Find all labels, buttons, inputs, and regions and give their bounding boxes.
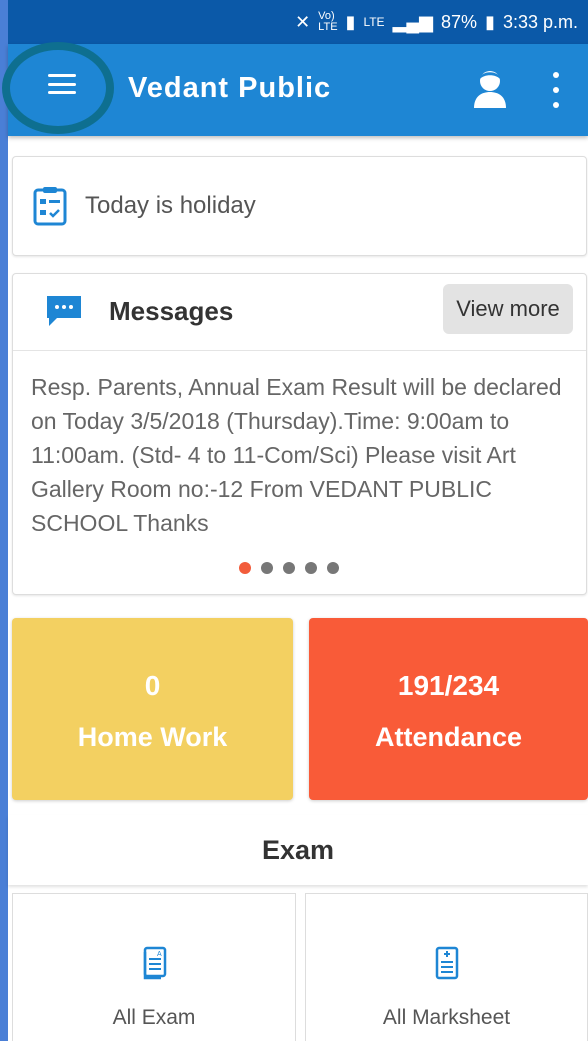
window-edge [0,0,8,1041]
all-marksheet-label: All Marksheet [382,1006,511,1029]
app-bar: Vedant Public [2,42,588,136]
battery-icon: ▮ [485,11,495,32]
holiday-text: Today is holiday [85,192,256,219]
carousel-dot[interactable] [261,562,273,574]
carousel-dot[interactable] [327,562,339,574]
holiday-card: Today is holiday [12,156,587,256]
battery-percent: 87% [441,11,478,32]
attendance-tile[interactable]: 191/234 Attendance [309,618,588,800]
clock: 3:33 p.m. [502,11,578,32]
marksheet-document-icon [435,946,458,980]
signal-icon: ▂▄▆ [392,11,434,32]
all-marksheet-tile[interactable]: All Marksheet [305,893,588,1041]
exam-document-icon: A [143,946,167,980]
carousel-dot[interactable] [239,562,251,574]
all-exam-tile[interactable]: A All Exam [12,893,296,1041]
profile-icon[interactable] [466,64,514,112]
all-exam-label: All Exam [112,1006,196,1029]
carousel-dot[interactable] [305,562,317,574]
status-icons: ✕ Vo) LTE ▮ LTE ▂▄▆ 87% ▮ 3:33 p.m. [295,11,578,33]
messages-title: Messages [109,296,234,326]
chat-bubble-icon [47,296,81,326]
checklist-icon [33,187,67,226]
menu-button[interactable] [2,42,116,134]
homework-tile[interactable]: 0 Home Work [12,618,293,800]
svg-text:A: A [157,951,162,958]
status-bar: ✕ Vo) LTE ▮ LTE ▂▄▆ 87% ▮ 3:33 p.m. [8,0,588,44]
attendance-label: Attendance [374,722,523,752]
messages-card: Messages View more Resp. Parents, Annual… [12,273,587,595]
sim-icon: ▮ [345,11,356,32]
hamburger-icon [48,74,76,94]
attendance-count: 191/234 [397,670,500,701]
messages-header: Messages View more [13,274,586,351]
carousel-indicator[interactable] [239,562,339,574]
homework-label: Home Work [77,722,228,752]
volte-icon: Vo) LTE [318,10,338,33]
mute-icon: ✕ [295,11,311,32]
overflow-menu-icon[interactable] [548,72,564,108]
message-text: Resp. Parents, Annual Exam Result will b… [31,374,562,536]
exam-title: Exam [261,834,335,865]
homework-count: 0 [144,670,161,701]
view-more-button[interactable]: View more [443,284,573,334]
exam-section-header: Exam [8,815,588,885]
app-title: Vedant Public [128,72,332,104]
network-type-text: LTE [363,15,385,29]
carousel-dot[interactable] [283,562,295,574]
